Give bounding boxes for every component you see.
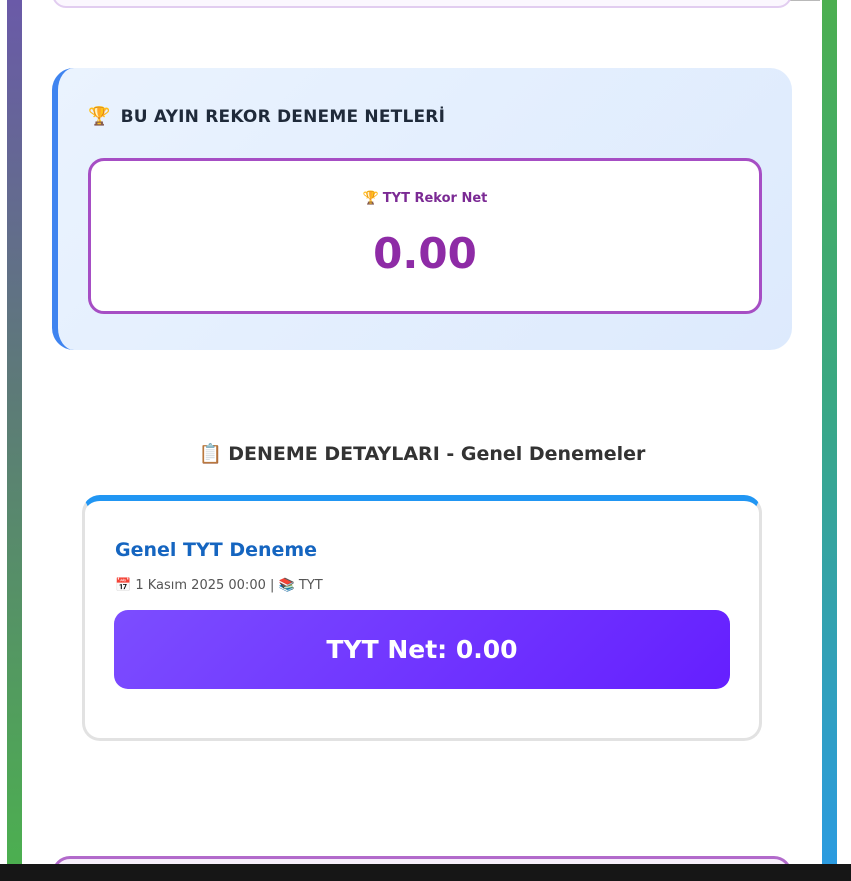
trophy-icon: 🏆 xyxy=(88,106,111,127)
tyt-net-text: TYT Net: 0.00 xyxy=(326,635,518,664)
monthly-record-section: 🏆 BU AYIN REKOR DENEME NETLERİ 🏆 TYT Reko… xyxy=(52,68,792,350)
previous-card xyxy=(52,0,792,8)
tyt-record-label: 🏆 TYT Rekor Net xyxy=(91,191,759,206)
exam-card[interactable]: Genel TYT Deneme 📅 1 Kasım 2025 00:00 | … xyxy=(82,495,762,741)
exam-title: Genel TYT Deneme xyxy=(115,539,318,561)
meta-separator: | xyxy=(270,578,275,593)
trophy-icon: 🏆 xyxy=(362,191,379,206)
right-gradient-border xyxy=(822,0,837,864)
record-title-text: BU AYIN REKOR DENEME NETLERİ xyxy=(120,106,446,127)
exam-type: TYT xyxy=(298,578,323,593)
tyt-record-value: 0.00 xyxy=(373,229,477,278)
exam-date: 1 Kasım 2025 00:00 xyxy=(135,578,266,593)
tyt-net-banner: TYT Net: 0.00 xyxy=(114,610,730,689)
exam-details-heading-text: DENEME DETAYLARI - Genel Denemeler xyxy=(228,443,646,465)
calendar-icon: 📅 xyxy=(115,578,132,593)
page-right-edge xyxy=(837,0,851,864)
tyt-record-label-text: TYT Rekor Net xyxy=(382,191,488,206)
exam-meta: 📅 1 Kasım 2025 00:00 | 📚 TYT xyxy=(115,578,323,593)
exam-details-heading: 📋 DENEME DETAYLARI - Genel Denemeler xyxy=(0,442,844,465)
bottom-dark-bar xyxy=(0,864,851,881)
record-section-title: 🏆 BU AYIN REKOR DENEME NETLERİ xyxy=(88,106,445,127)
clipboard-icon: 📋 xyxy=(198,443,223,465)
left-gradient-border xyxy=(7,0,22,864)
tyt-record-box: 🏆 TYT Rekor Net 0.00 xyxy=(88,158,762,314)
books-icon: 📚 xyxy=(278,578,295,593)
